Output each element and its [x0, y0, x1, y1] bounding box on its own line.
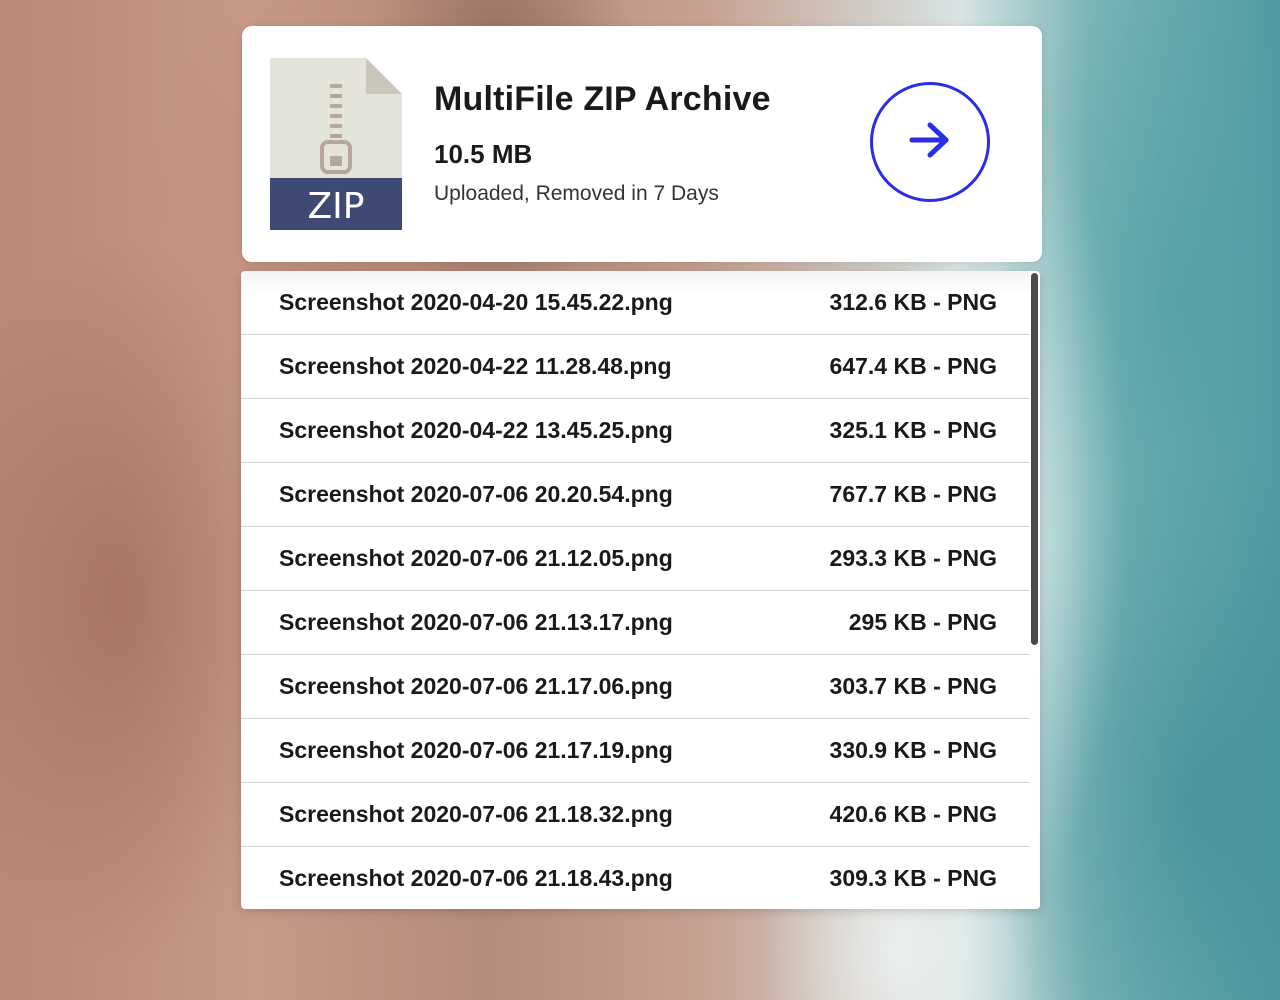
file-row[interactable]: Screenshot 2020-07-06 21.17.06.png 303.7 … — [241, 655, 1030, 719]
zip-icon-label: ZIP — [308, 186, 365, 227]
file-row[interactable]: Screenshot 2020-07-06 21.12.05.png 293.3 … — [241, 527, 1030, 591]
archive-card: ZIP MultiFile ZIP Archive 10.5 MB Upload… — [242, 26, 1042, 262]
scrollbar[interactable] — [1030, 271, 1040, 909]
file-name: Screenshot 2020-07-06 21.13.17.png — [279, 609, 673, 635]
file-size-type: 295 KB - PNG — [848, 609, 997, 635]
arrow-right-icon — [908, 120, 952, 165]
file-row[interactable]: Screenshot 2020-07-06 20.20.54.png 767.7 … — [241, 463, 1030, 527]
file-size-type: 325.1 KB - PNG — [829, 417, 997, 443]
file-name: Screenshot 2020-07-06 21.17.06.png — [279, 673, 673, 699]
file-size-type: 647.4 KB - PNG — [829, 353, 997, 379]
file-list[interactable]: Screenshot 2020-04-20 15.45.22.png 312.6 … — [241, 271, 1040, 909]
open-archive-button[interactable] — [870, 82, 990, 202]
file-size-type: 293.3 KB - PNG — [829, 545, 997, 571]
file-size-type: 303.7 KB - PNG — [829, 673, 997, 699]
file-row[interactable]: Screenshot 2020-07-06 21.18.43.png 309.3 … — [241, 847, 1030, 909]
file-row[interactable]: Screenshot 2020-07-06 21.17.19.png 330.9 … — [241, 719, 1030, 783]
archive-size: 10.5 MB — [434, 139, 533, 169]
file-name: Screenshot 2020-04-20 15.45.22.png — [279, 289, 673, 315]
file-size-type: 312.6 KB - PNG — [829, 289, 997, 315]
zip-file-icon: ZIP — [270, 58, 402, 230]
file-name: Screenshot 2020-07-06 21.18.43.png — [279, 865, 673, 891]
file-name: Screenshot 2020-07-06 20.20.54.png — [279, 481, 673, 507]
archive-status: Uploaded, Removed in 7 Days — [434, 182, 719, 205]
file-row[interactable]: Screenshot 2020-07-06 21.18.32.png 420.6 … — [241, 783, 1030, 847]
file-size-type: 767.7 KB - PNG — [829, 481, 997, 507]
archive-info: MultiFile ZIP Archive 10.5 MB Uploaded, … — [434, 80, 771, 206]
file-name: Screenshot 2020-04-22 13.45.25.png — [279, 417, 673, 443]
file-row[interactable]: Screenshot 2020-04-22 11.28.48.png 647.4 … — [241, 335, 1030, 399]
file-row[interactable]: Screenshot 2020-07-06 21.13.17.png 295 KB… — [241, 591, 1030, 655]
file-row[interactable]: Screenshot 2020-04-20 15.45.22.png 312.6 … — [241, 271, 1030, 335]
archive-title: MultiFile ZIP Archive — [434, 80, 771, 118]
file-name: Screenshot 2020-07-06 21.17.19.png — [279, 737, 673, 763]
scrollbar-thumb[interactable] — [1031, 273, 1038, 645]
file-size-type: 309.3 KB - PNG — [829, 865, 997, 891]
file-size-type: 420.6 KB - PNG — [829, 801, 997, 827]
file-size-type: 330.9 KB - PNG — [829, 737, 997, 763]
file-name: Screenshot 2020-04-22 11.28.48.png — [279, 353, 672, 379]
file-row[interactable]: Screenshot 2020-04-22 13.45.25.png 325.1 … — [241, 399, 1030, 463]
file-list-rows: Screenshot 2020-04-20 15.45.22.png 312.6 … — [241, 271, 1030, 909]
file-name: Screenshot 2020-07-06 21.18.32.png — [279, 801, 673, 827]
file-name: Screenshot 2020-07-06 21.12.05.png — [279, 545, 673, 571]
